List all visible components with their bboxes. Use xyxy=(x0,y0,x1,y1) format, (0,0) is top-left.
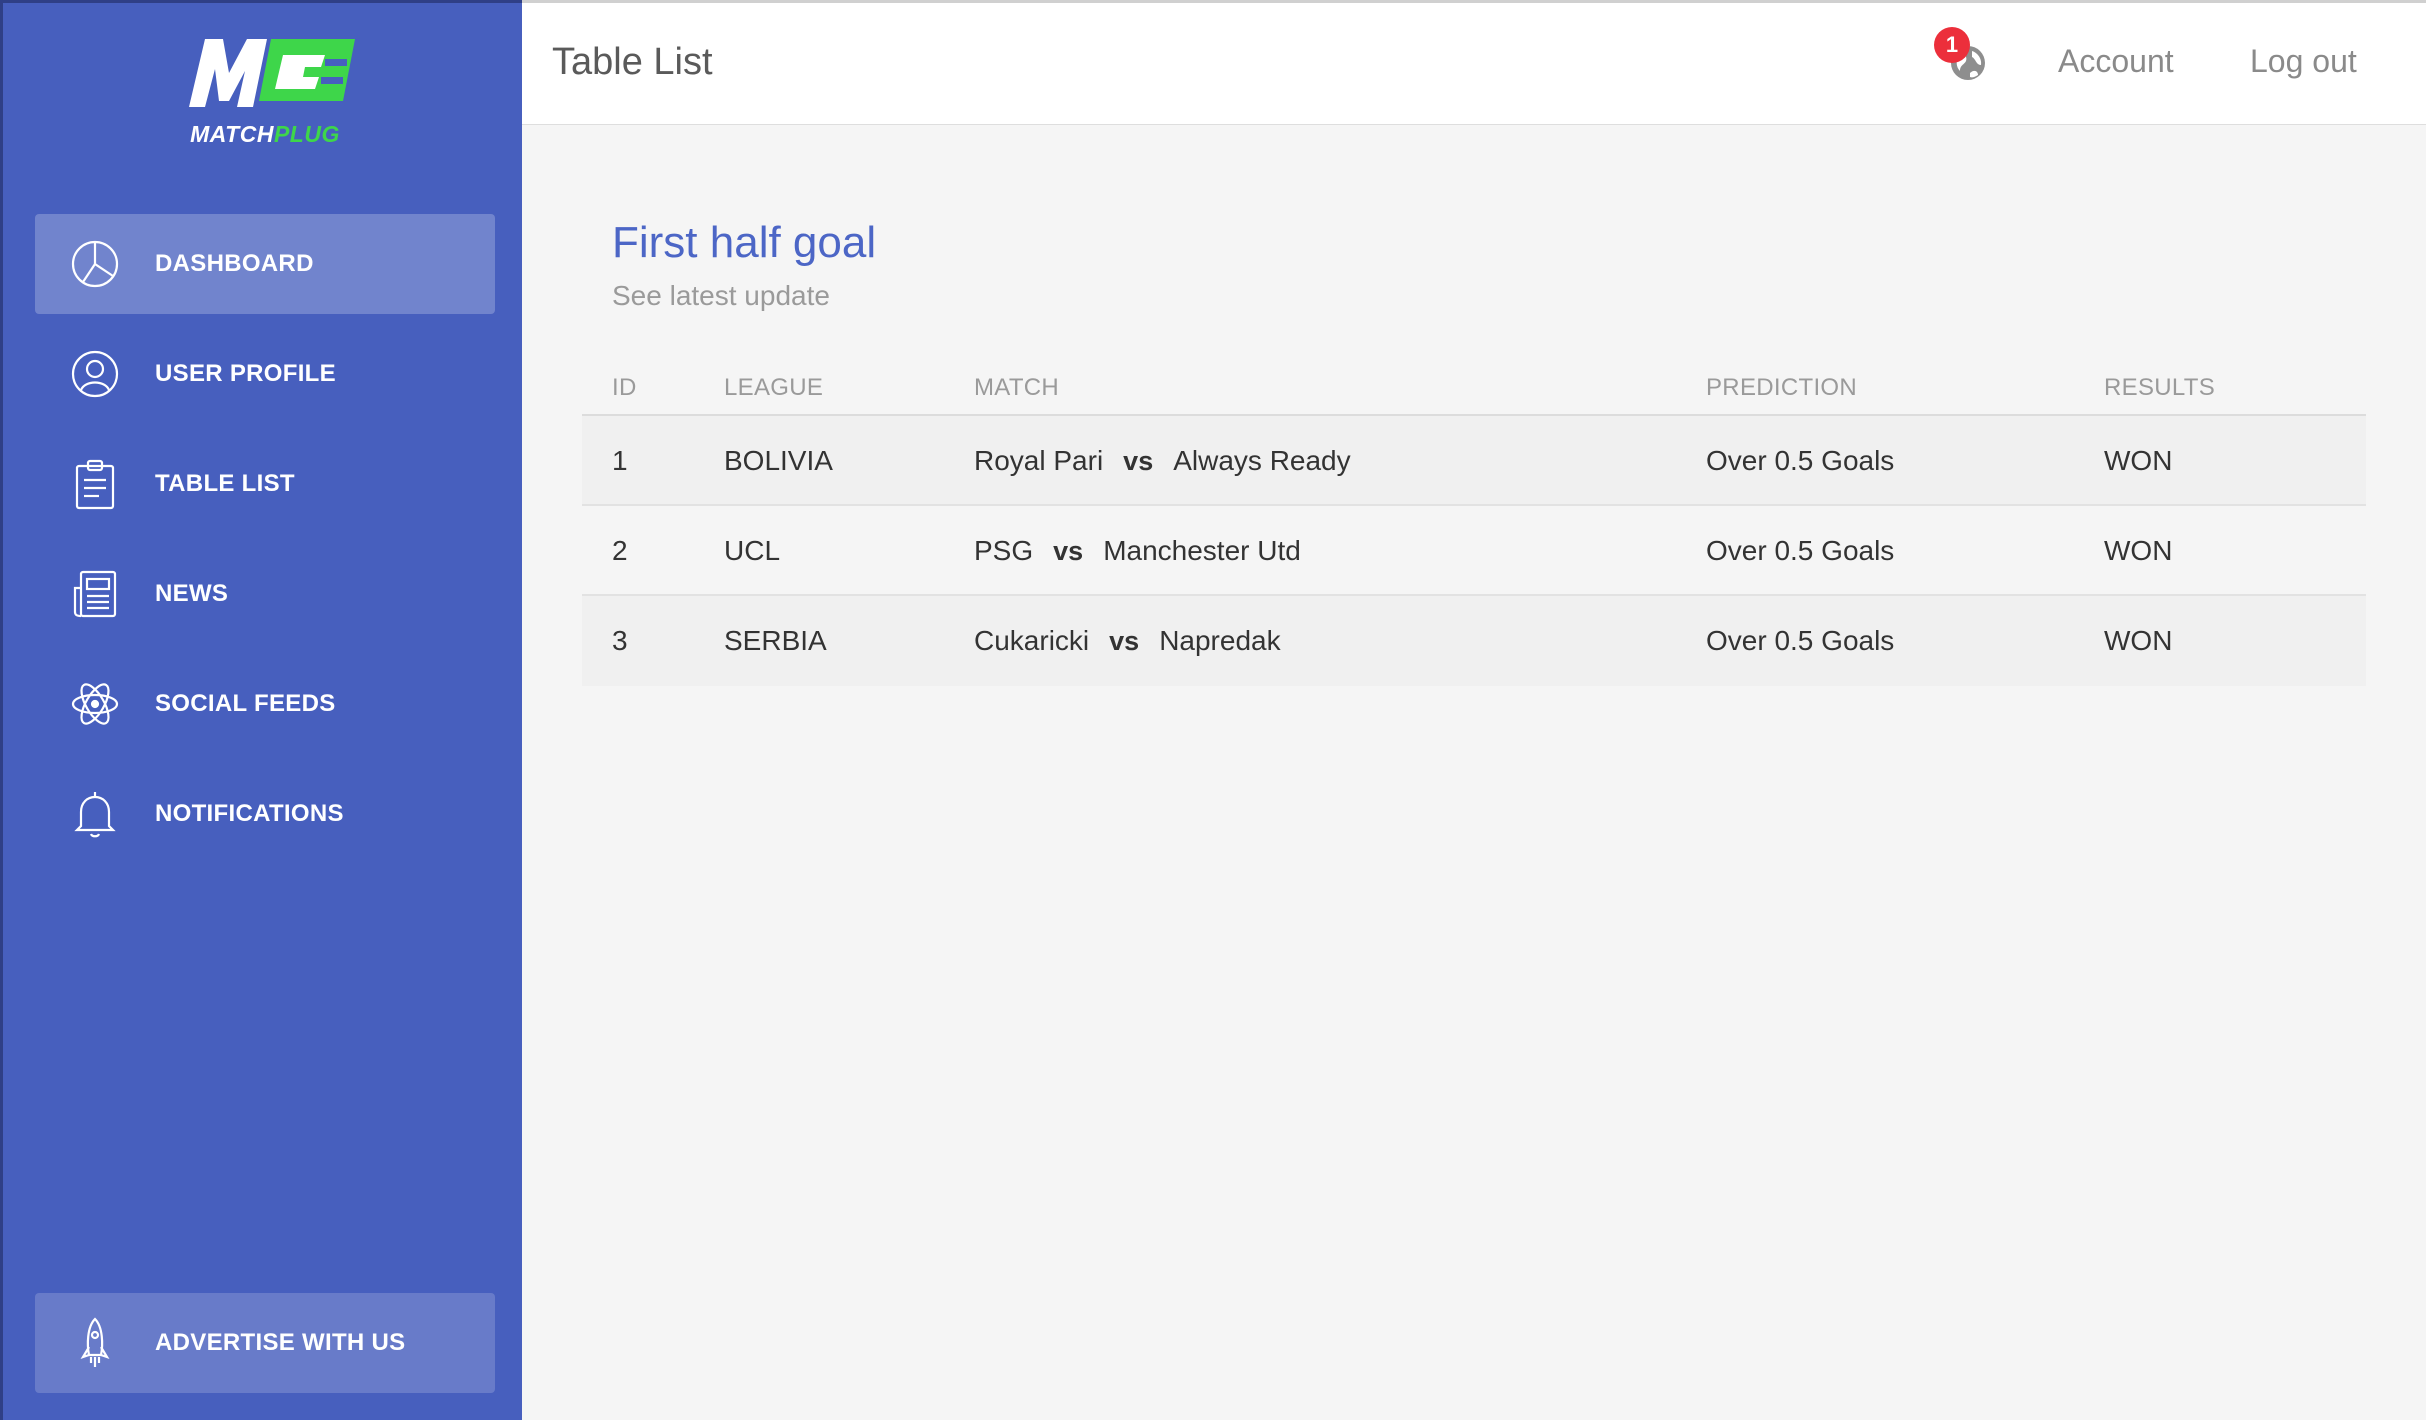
card-subtitle: See latest update xyxy=(612,280,830,311)
cell-league: BOLIVIA xyxy=(724,445,833,476)
sidebar-item-label: NOTIFICATIONS xyxy=(155,800,344,827)
cell-id: 2 xyxy=(612,535,628,566)
column-header-league: LEAGUE xyxy=(724,374,824,401)
cell-match: PSG vs Manchester Utd xyxy=(974,506,1301,596)
vs-label: vs xyxy=(1123,446,1154,476)
cell-prediction: Over 0.5 Goals xyxy=(1706,625,1895,656)
sidebar: MATCHPLUG DASHBOARD USER PROFILE TABLE L… xyxy=(0,0,522,1420)
away-team: Manchester Utd xyxy=(1103,535,1301,566)
cell-league: UCL xyxy=(724,535,781,566)
cell-id: 1 xyxy=(612,445,628,476)
sidebar-item-label: USER PROFILE xyxy=(155,360,336,387)
user-icon xyxy=(69,348,121,400)
clipboard-icon xyxy=(69,458,121,510)
matchplug-logo[interactable]: MATCHPLUG xyxy=(175,35,355,147)
newspaper-icon xyxy=(69,568,121,620)
column-header-id: ID xyxy=(612,374,637,401)
predictions-table: ID LEAGUE MATCH PREDICTION RESULTS 1 BOL… xyxy=(582,352,2366,686)
advertise-label: ADVERTISE WITH US xyxy=(155,1329,406,1356)
vs-label: vs xyxy=(1109,626,1140,656)
advertise-button[interactable]: ADVERTISE WITH US xyxy=(35,1293,495,1393)
home-team: Cukaricki xyxy=(974,625,1090,656)
away-team: Napredak xyxy=(1159,625,1281,656)
logout-link[interactable]: Log out xyxy=(2250,43,2357,80)
vs-label: vs xyxy=(1053,536,1084,566)
cell-result: WON xyxy=(2104,535,2173,566)
rocket-icon xyxy=(69,1317,121,1369)
home-team: PSG xyxy=(974,535,1034,566)
cell-id: 3 xyxy=(612,625,628,656)
logo-wordmark: MATCHPLUG xyxy=(190,121,340,147)
top-navbar: Table List 1 Account Log out xyxy=(522,0,2426,125)
column-header-results: RESULTS xyxy=(2104,374,2216,401)
column-header-match: MATCH xyxy=(974,374,1060,401)
sidebar-item-dashboard[interactable]: DASHBOARD xyxy=(35,214,495,314)
sidebar-item-user-profile[interactable]: USER PROFILE xyxy=(35,324,495,424)
column-header-prediction: PREDICTION xyxy=(1706,374,1858,401)
page-title: Table List xyxy=(552,41,713,83)
home-team: Royal Pari xyxy=(974,445,1104,476)
cell-prediction: Over 0.5 Goals xyxy=(1706,445,1895,476)
account-link[interactable]: Account xyxy=(2058,43,2174,80)
atom-icon xyxy=(69,678,121,730)
sidebar-item-table-list[interactable]: TABLE LIST xyxy=(35,434,495,534)
table-row[interactable]: 1 BOLIVIA Royal Pari vs Always Ready Over … xyxy=(582,416,2366,506)
cell-league: SERBIA xyxy=(724,625,827,656)
notification-badge: 1 xyxy=(1934,27,1970,63)
sidebar-item-label: DASHBOARD xyxy=(155,250,314,277)
cell-result: WON xyxy=(2104,625,2173,656)
sidebar-item-label: TABLE LIST xyxy=(155,470,295,497)
cell-match: Cukaricki vs Napredak xyxy=(974,596,1281,686)
card-title: First half goal xyxy=(612,218,877,267)
bell-icon xyxy=(69,788,121,840)
sidebar-item-news[interactable]: NEWS xyxy=(35,544,495,644)
sidebar-item-label: SOCIAL FEEDS xyxy=(155,690,336,717)
cell-prediction: Over 0.5 Goals xyxy=(1706,535,1895,566)
sidebar-item-social-feeds[interactable]: SOCIAL FEEDS xyxy=(35,654,495,754)
logo-mark xyxy=(189,39,355,107)
table-row[interactable]: 2 UCL PSG vs Manchester Utd Over 0.5 Goals… xyxy=(582,506,2366,596)
away-team: Always Ready xyxy=(1173,445,1351,476)
sidebar-item-notifications[interactable]: NOTIFICATIONS xyxy=(35,764,495,864)
table-row[interactable]: 3 SERBIA Cukaricki vs Napredak Over 0.5 Go… xyxy=(582,596,2366,686)
sidebar-item-label: NEWS xyxy=(155,580,229,607)
cell-match: Royal Pari vs Always Ready xyxy=(974,416,1351,506)
cell-result: WON xyxy=(2104,445,2173,476)
table-header: ID LEAGUE MATCH PREDICTION RESULTS xyxy=(582,352,2366,416)
pie-chart-icon xyxy=(69,238,121,290)
